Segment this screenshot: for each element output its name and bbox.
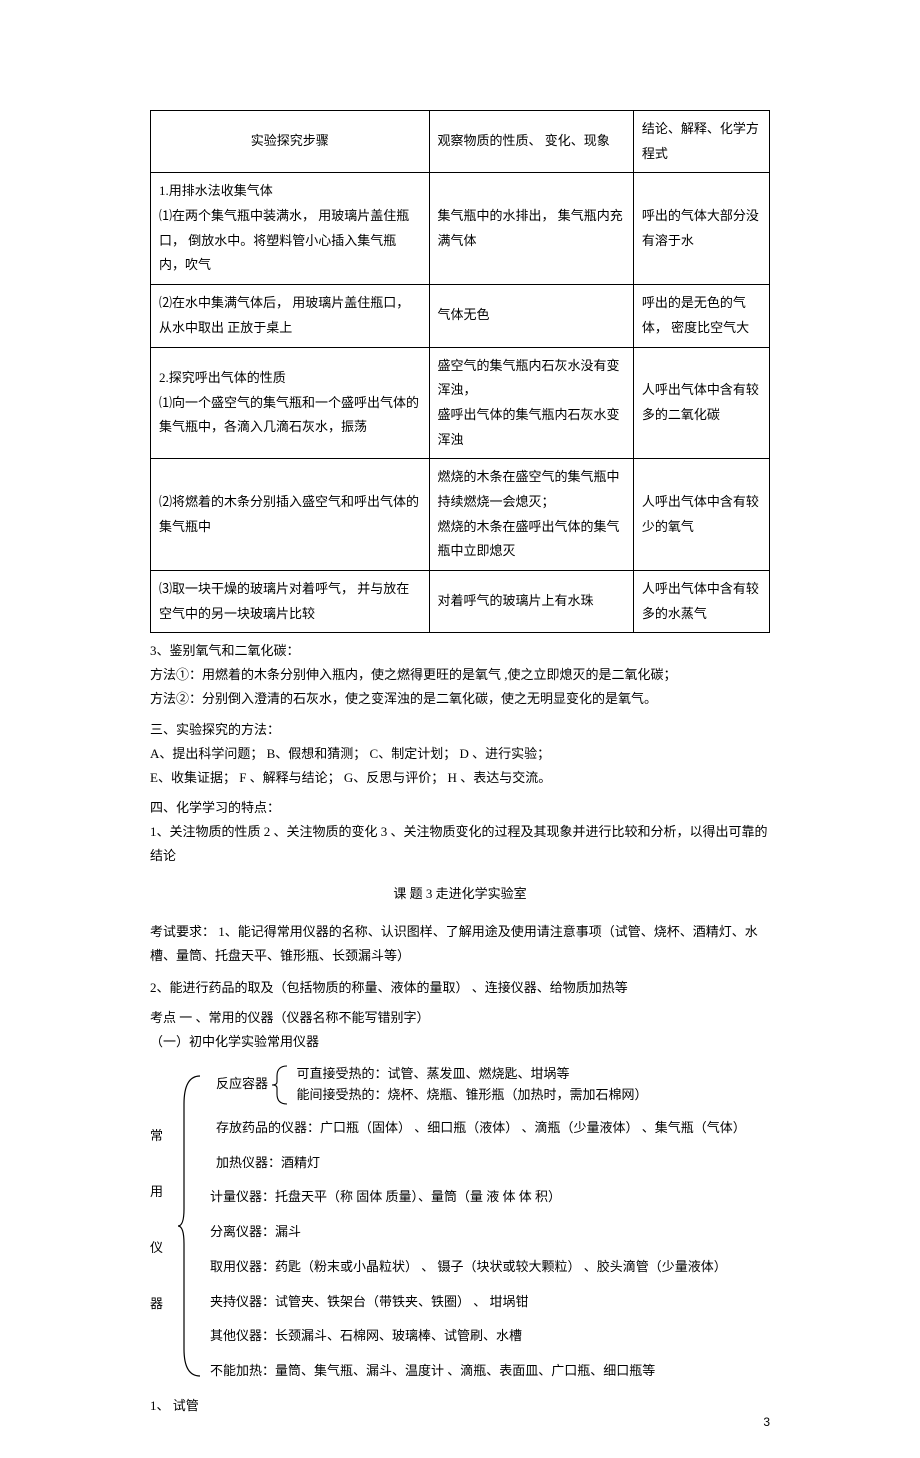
table-header-row: 实验探究步骤 观察物质的性质、 变化、现象 结论、解释、化学方程式 — [151, 111, 770, 173]
section-identify: 3、鉴别氧气和二氧化碳： 方法①：用燃着的木条分别伸入瓶内，使之燃得更旺的是氧气… — [150, 639, 770, 711]
bracket-row: 不能加热：量筒、集气瓶、漏斗、温度计 、滴瓶、表面皿、广口瓶、细口瓶等 — [210, 1359, 770, 1384]
section-feature: 四、化学学习的特点： 1、关注物质的性质 2 、关注物质的变化 3 、关注物质变… — [150, 796, 770, 868]
para: 3、鉴别氧气和二氧化碳： — [150, 639, 770, 663]
table-row: ⑶取一块干燥的玻璃片对着呼气， 并与放在空气中的另一块玻璃片比较 对着呼气的玻璃… — [151, 571, 770, 633]
sub-line: 可直接受热的：试管、蒸发皿、燃烧匙、坩埚等 — [297, 1066, 570, 1081]
heading: 考点 一 、常用的仪器（仪器名称不能写错别字） — [150, 1006, 770, 1030]
experiment-table: 实验探究步骤 观察物质的性质、 变化、现象 结论、解释、化学方程式 1.用排水法… — [150, 110, 770, 633]
label-char: 用 — [150, 1180, 170, 1204]
cell-step: ⑵将燃着的木条分别插入盛空气和呼出气体的集气瓶中 — [151, 459, 430, 571]
large-brace-icon — [178, 1074, 208, 1379]
bracket-row: 分离仪器：漏斗 — [210, 1220, 770, 1245]
section-requirements: 考试要求： 1、能记得常用仪器的名称、认识图样、了解用途及使用请注意事项（试管、… — [150, 920, 770, 1000]
cell-observe: 集气瓶中的水排出， 集气瓶内充满气体 — [429, 173, 633, 285]
small-brace-icon — [271, 1064, 293, 1106]
para: E、收集证据； F 、解释与结论； G、反思与评价； H 、表达与交流。 — [150, 766, 770, 790]
bracket-row-reaction: 反应容器 可直接受热的：试管、蒸发皿、燃烧匙、坩埚等 能间接受热的：烧杯、烧瓶、… — [210, 1064, 770, 1106]
para: （一）初中化学实验常用仪器 — [150, 1030, 770, 1054]
bracket-row: 取用仪器：药匙（粉末或小晶粒状） 、 镊子（块状或较大颗粒） 、胶头滴管（少量液… — [210, 1255, 770, 1280]
cell-conclusion: 人呼出气体中含有较多的二氧化碳 — [633, 347, 769, 459]
cell-conclusion: 人呼出气体中含有较多的水蒸气 — [633, 571, 769, 633]
sub-line: 能间接受热的：烧杯、烧瓶、锥形瓶（加热时，需加石棉网） — [297, 1087, 648, 1102]
bracket-row: 存放药品的仪器：广口瓶（固体） 、细口瓶（液体） 、滴瓶（少量液体） 、集气瓶（… — [210, 1116, 770, 1141]
row-label: 反应容器 — [210, 1076, 268, 1091]
para-last: 1、 试管 — [150, 1394, 770, 1418]
cell-observe: 盛空气的集气瓶内石灰水没有变浑浊， 盛呼出气体的集气瓶内石灰水变浑浊 — [429, 347, 633, 459]
table-row: ⑵在水中集满气体后， 用玻璃片盖住瓶口， 从水中取出 正放于桌上 气体无色 呼出… — [151, 285, 770, 347]
document-page: 实验探究步骤 观察物质的性质、 变化、现象 结论、解释、化学方程式 1.用排水法… — [0, 0, 920, 1458]
th-observe: 观察物质的性质、 变化、现象 — [429, 111, 633, 173]
page-number: 3 — [763, 1411, 770, 1433]
para: 1、关注物质的性质 2 、关注物质的变化 3 、关注物质变化的过程及其现象并进行… — [150, 820, 770, 868]
label-char: 仪 — [150, 1236, 170, 1260]
table-row: 2.探究呼出气体的性质 ⑴向一个盛空气的集气瓶和一个盛呼出气体的集气瓶中，各滴入… — [151, 347, 770, 459]
cell-conclusion: 人呼出气体中含有较少的氧气 — [633, 459, 769, 571]
cell-observe: 对着呼气的玻璃片上有水珠 — [429, 571, 633, 633]
instrument-bracket: 常 用 仪 器 反应容器 可直接受热的：试管、蒸发皿、燃烧匙、坩埚等 能间接受热… — [150, 1064, 770, 1384]
heading: 四、化学学习的特点： — [150, 796, 770, 820]
para: 方法②：分别倒入澄清的石灰水，使之变浑浊的是二氧化碳，使之无明显变化的是氧气。 — [150, 687, 770, 711]
para: 2、能进行药品的取及（包括物质的称量、液体的量取） 、连接仪器、给物质加热等 — [150, 976, 770, 1000]
bracket-row: 计量仪器：托盘天平（称 固体 质量）、量筒（量 液 体 体 积） — [210, 1185, 770, 1210]
bracket-row: 夹持仪器：试管夹、铁架台（带铁夹、铁圈） 、 坩埚钳 — [210, 1290, 770, 1315]
cell-observe: 气体无色 — [429, 285, 633, 347]
bracket-vertical-label: 常 用 仪 器 — [150, 1124, 170, 1348]
table-row: ⑵将燃着的木条分别插入盛空气和呼出气体的集气瓶中 燃烧的木条在盛空气的集气瓶中持… — [151, 459, 770, 571]
cell-observe: 燃烧的木条在盛空气的集气瓶中持续燃烧一会熄灭； 燃烧的木条在盛呼出气体的集气瓶中… — [429, 459, 633, 571]
cell-step: 1.用排水法收集气体 ⑴在两个集气瓶中装满水， 用玻璃片盖住瓶口， 倒放水中。将… — [151, 173, 430, 285]
label-char: 常 — [150, 1124, 170, 1148]
cell-step: ⑵在水中集满气体后， 用玻璃片盖住瓶口， 从水中取出 正放于桌上 — [151, 285, 430, 347]
section-method: 三、实验探究的方法： A、提出科学问题； B、假想和猜测； C、制定计划； D … — [150, 718, 770, 790]
cell-step: ⑶取一块干燥的玻璃片对着呼气， 并与放在空气中的另一块玻璃片比较 — [151, 571, 430, 633]
cell-conclusion: 呼出的是无色的气体， 密度比空气大 — [633, 285, 769, 347]
label-char: 器 — [150, 1292, 170, 1316]
para: 方法①：用燃着的木条分别伸入瓶内，使之燃得更旺的是氧气 ,使之立即熄灭的是二氧化… — [150, 663, 770, 687]
table-row: 1.用排水法收集气体 ⑴在两个集气瓶中装满水， 用玻璃片盖住瓶口， 倒放水中。将… — [151, 173, 770, 285]
heading: 三、实验探究的方法： — [150, 718, 770, 742]
bracket-row: 加热仪器：酒精灯 — [210, 1151, 770, 1176]
cell-conclusion: 呼出的气体大部分没有溶于水 — [633, 173, 769, 285]
th-steps: 实验探究步骤 — [151, 111, 430, 173]
para: A、提出科学问题； B、假想和猜测； C、制定计划； D 、进行实验； — [150, 742, 770, 766]
para: 考试要求： 1、能记得常用仪器的名称、认识图样、了解用途及使用请注意事项（试管、… — [150, 920, 770, 968]
bracket-row: 其他仪器：长颈漏斗、石棉网、玻璃棒、试管刷、水槽 — [210, 1324, 770, 1349]
bracket-content: 反应容器 可直接受热的：试管、蒸发皿、燃烧匙、坩埚等 能间接受热的：烧杯、烧瓶、… — [210, 1064, 770, 1384]
section-keypoint1: 考点 一 、常用的仪器（仪器名称不能写错别字） （一）初中化学实验常用仪器 — [150, 1006, 770, 1054]
cell-step: 2.探究呼出气体的性质 ⑴向一个盛空气的集气瓶和一个盛呼出气体的集气瓶中，各滴入… — [151, 347, 430, 459]
topic-title: 课 题 3 走进化学实验室 — [150, 882, 770, 906]
sub-bracket-lines: 可直接受热的：试管、蒸发皿、燃烧匙、坩埚等 能间接受热的：烧杯、烧瓶、锥形瓶（加… — [297, 1064, 648, 1106]
th-conclusion: 结论、解释、化学方程式 — [633, 111, 769, 173]
